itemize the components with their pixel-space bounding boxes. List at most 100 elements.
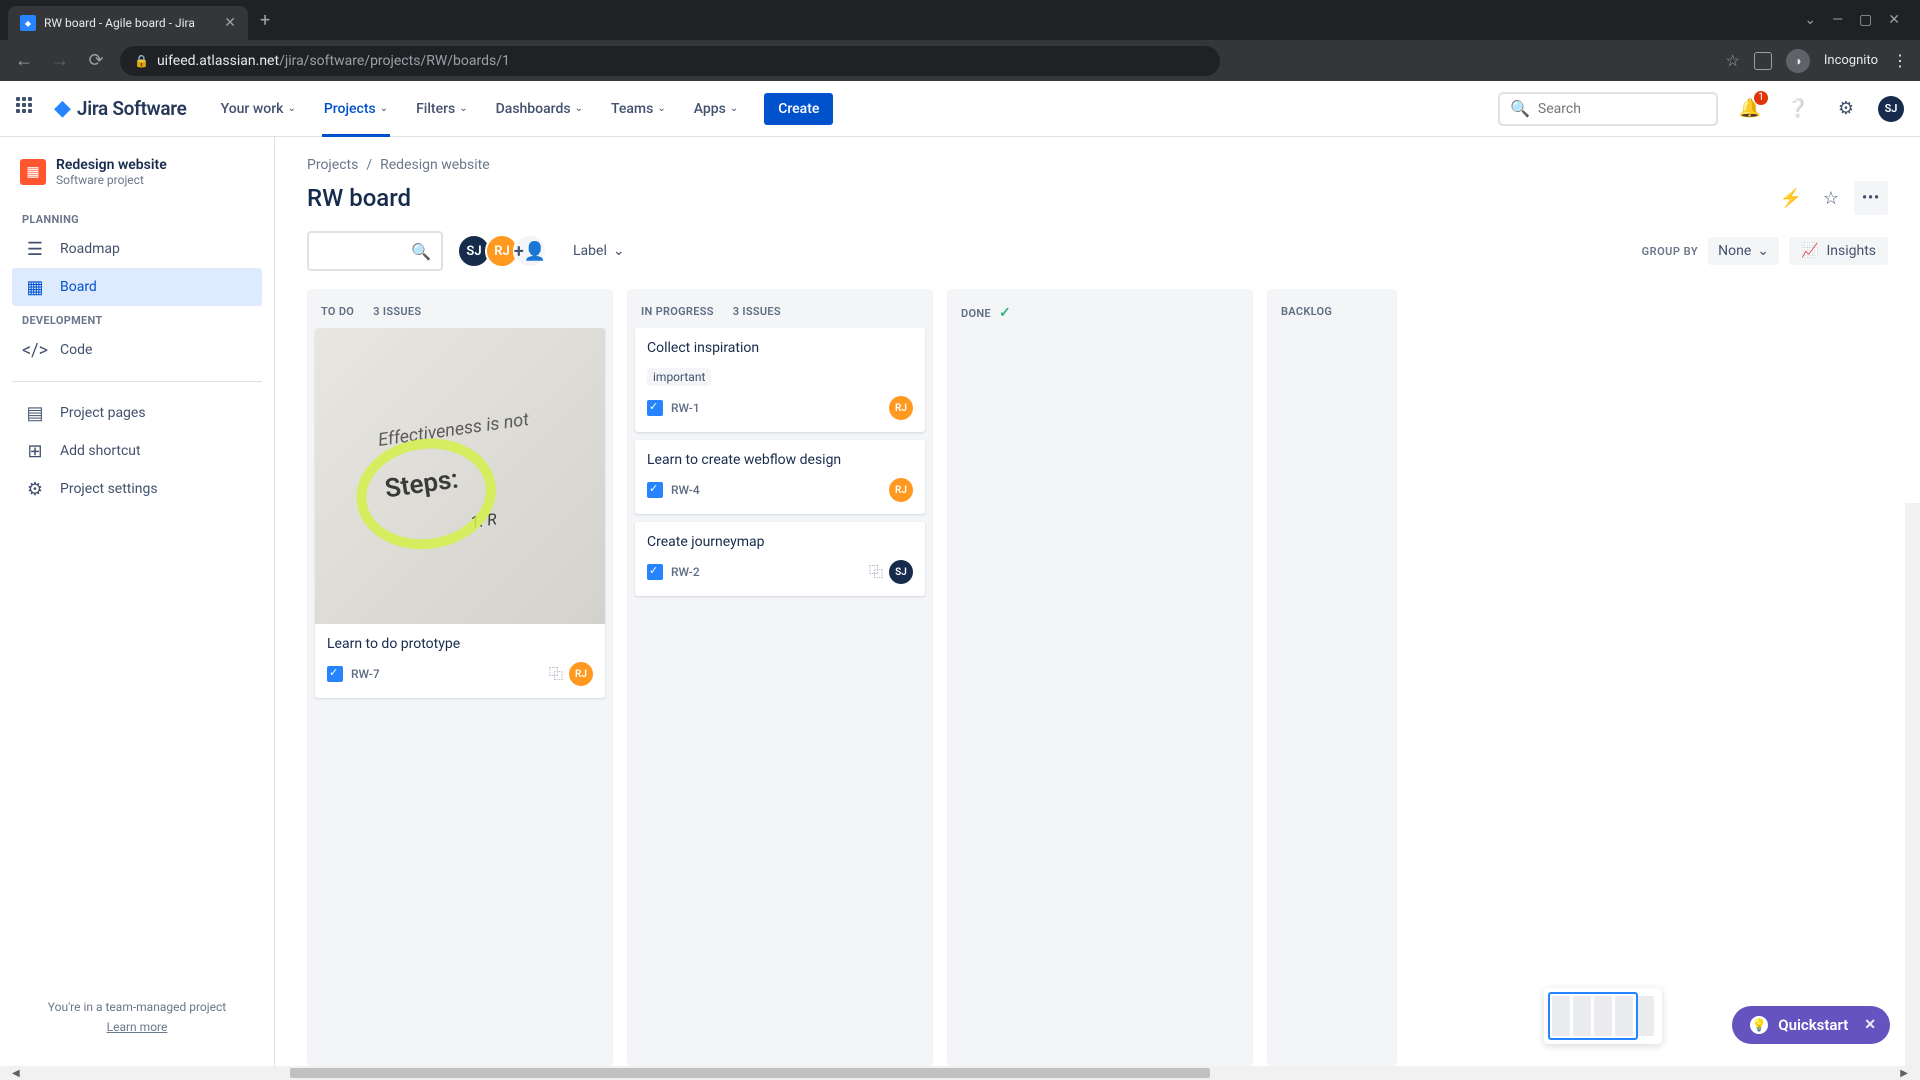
sidebar-item-board[interactable]: ▦Board: [12, 268, 262, 306]
horizontal-scrollbar[interactable]: ◀ ▶: [0, 1066, 1920, 1080]
tab-title: RW board - Agile board - Jira: [44, 16, 216, 30]
card-title: Learn to create webflow design: [647, 452, 913, 468]
extensions-icon[interactable]: [1754, 52, 1772, 70]
add-people-button[interactable]: +👤: [513, 234, 547, 268]
card[interactable]: Effectiveness is not Steps: 1. R Learn t…: [315, 328, 605, 698]
minimize-icon[interactable]: ―: [1832, 12, 1843, 28]
browser-menu-icon[interactable]: ⋮: [1892, 51, 1908, 70]
card[interactable]: Create journeymap RW-2 ⿻ SJ: [635, 522, 925, 596]
notifications-button[interactable]: 🔔 1: [1734, 93, 1766, 125]
assignee-avatar[interactable]: RJ: [569, 662, 593, 686]
scrollbar-thumb[interactable]: [290, 1068, 1210, 1078]
bookmark-icon[interactable]: ☆: [1726, 51, 1740, 70]
close-icon[interactable]: ✕: [1864, 1017, 1876, 1033]
assignee-avatar[interactable]: RJ: [889, 478, 913, 502]
nav-apps[interactable]: Apps⌄: [684, 81, 749, 137]
sidebar-item-roadmap[interactable]: ☰Roadmap: [12, 230, 262, 268]
task-type-icon: [647, 482, 663, 498]
settings-button[interactable]: ⚙: [1830, 93, 1862, 125]
main-content: Projects / Redesign website RW board ⚡ ☆…: [275, 137, 1920, 1066]
card[interactable]: Collect inspiration important RW-1 RJ: [635, 328, 925, 432]
vertical-scrollbar[interactable]: [1905, 503, 1920, 1066]
board-minimap[interactable]: [1544, 988, 1662, 1044]
project-icon: [20, 159, 46, 185]
star-icon: ☆: [1823, 188, 1839, 209]
search-icon: 🔍: [411, 242, 431, 261]
avatar-stack: SJ RJ +👤: [457, 234, 547, 268]
help-icon: ❔: [1787, 98, 1809, 119]
global-search[interactable]: 🔍: [1498, 92, 1718, 126]
card-title: Learn to do prototype: [327, 636, 593, 652]
create-button[interactable]: Create: [764, 93, 833, 125]
more-button[interactable]: •••: [1854, 181, 1888, 215]
nav-your-work[interactable]: Your work⌄: [211, 81, 306, 137]
column-header[interactable]: IN PROGRESS 3 ISSUES: [633, 301, 927, 328]
close-window-icon[interactable]: ✕: [1888, 12, 1900, 28]
chevron-down-icon: ⌄: [380, 103, 388, 114]
nav-dashboards[interactable]: Dashboards⌄: [486, 81, 593, 137]
chevron-down-icon: ⌄: [459, 103, 467, 114]
board-toolbar: 🔍 SJ RJ +👤 Label⌄ GROUP BY None⌄ 📈Insigh…: [307, 231, 1888, 271]
app-switcher-icon[interactable]: [16, 97, 40, 121]
sidebar-item-shortcut[interactable]: ⊞Add shortcut: [12, 432, 262, 470]
jira-logo-icon: ◆: [54, 96, 71, 121]
task-type-icon: [647, 564, 663, 580]
sidebar-item-settings[interactable]: ⚙Project settings: [12, 470, 262, 508]
help-button[interactable]: ❔: [1782, 93, 1814, 125]
task-type-icon: [327, 666, 343, 682]
address-bar: ← → ⟳ 🔒 uifeed.atlassian.net/jira/softwa…: [0, 40, 1920, 81]
column-backlog: BACKLOG: [1267, 289, 1397, 1066]
close-icon[interactable]: ✕: [224, 15, 236, 31]
card[interactable]: Learn to create webflow design RW-4 RJ: [635, 440, 925, 514]
automation-button[interactable]: ⚡: [1774, 181, 1808, 215]
browser-tab[interactable]: RW board - Agile board - Jira ✕: [8, 6, 248, 40]
search-icon: 🔍: [1510, 99, 1530, 118]
tab-overview-icon[interactable]: ⌄: [1804, 12, 1816, 28]
assignee-avatar[interactable]: RJ: [889, 396, 913, 420]
back-button[interactable]: ←: [12, 50, 36, 71]
column-header[interactable]: TO DO 3 ISSUES: [313, 301, 607, 328]
reload-button[interactable]: ⟳: [84, 50, 108, 71]
column-inprogress: IN PROGRESS 3 ISSUES Collect inspiration…: [627, 289, 933, 1066]
project-header[interactable]: Redesign website Software project: [12, 157, 262, 205]
quickstart-button[interactable]: 💡 Quickstart ✕: [1732, 1006, 1890, 1044]
project-name: Redesign website: [56, 157, 167, 173]
scroll-right-icon[interactable]: ▶: [1900, 1068, 1908, 1079]
forward-button[interactable]: →: [48, 50, 72, 71]
column-done: DONE✓: [947, 289, 1253, 1066]
nav-teams[interactable]: Teams⌄: [601, 81, 676, 137]
maximize-icon[interactable]: ▢: [1859, 12, 1872, 28]
jira-logo[interactable]: ◆ Jira Software: [54, 96, 187, 121]
scroll-left-icon[interactable]: ◀: [12, 1068, 20, 1079]
learn-more-link[interactable]: Learn more: [24, 1020, 250, 1034]
assignee-avatar[interactable]: SJ: [889, 560, 913, 584]
column-header[interactable]: DONE✓: [953, 301, 1247, 331]
card-key: RW-2: [671, 565, 700, 579]
sidebar-item-code[interactable]: </>Code: [12, 331, 262, 369]
nav-filters[interactable]: Filters⌄: [406, 81, 478, 137]
card-title: Collect inspiration: [647, 340, 913, 356]
insights-button[interactable]: 📈Insights: [1789, 237, 1888, 265]
sidebar-item-pages[interactable]: ▤Project pages: [12, 394, 262, 432]
nav-projects[interactable]: Projects⌄: [314, 81, 398, 137]
board-scroll[interactable]: TO DO 3 ISSUES Effectiveness is not Step…: [307, 289, 1888, 1066]
url-text: uifeed.atlassian.net/jira/software/proje…: [157, 53, 510, 69]
url-bar[interactable]: 🔒 uifeed.atlassian.net/jira/software/pro…: [120, 46, 1220, 76]
user-avatar[interactable]: SJ: [1878, 96, 1904, 122]
chevron-down-icon: ⌄: [575, 103, 583, 114]
star-button[interactable]: ☆: [1814, 181, 1848, 215]
chevron-down-icon: ⌄: [657, 103, 665, 114]
incognito-icon[interactable]: ◑: [1786, 49, 1810, 73]
search-input[interactable]: [1538, 101, 1716, 117]
group-by-label: GROUP BY: [1642, 245, 1699, 258]
group-by-button[interactable]: None⌄: [1708, 237, 1779, 265]
breadcrumb-projects[interactable]: Projects: [307, 157, 358, 173]
new-tab-button[interactable]: +: [260, 10, 270, 31]
column-header[interactable]: BACKLOG: [1273, 301, 1391, 328]
board-search[interactable]: 🔍: [307, 231, 443, 271]
card-key: RW-1: [671, 401, 700, 415]
breadcrumb-project[interactable]: Redesign website: [380, 157, 490, 173]
column-todo: TO DO 3 ISSUES Effectiveness is not Step…: [307, 289, 613, 1066]
label-filter[interactable]: Label⌄: [573, 243, 625, 259]
bolt-icon: ⚡: [1780, 188, 1802, 209]
